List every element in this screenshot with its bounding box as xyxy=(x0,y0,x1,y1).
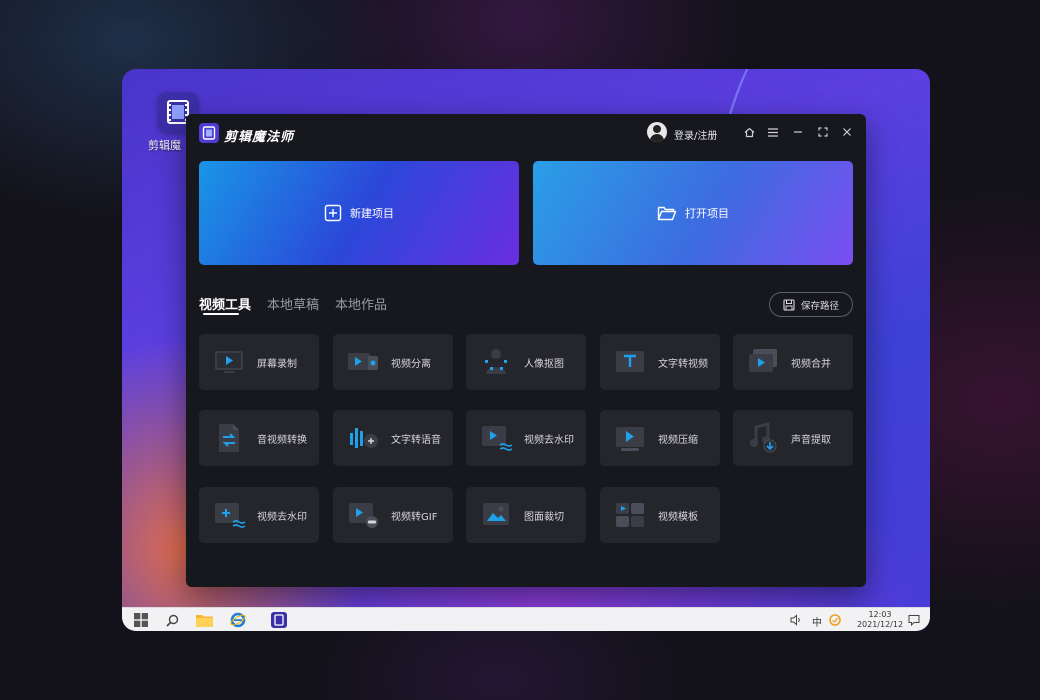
notification-icon[interactable] xyxy=(905,611,923,629)
new-project-button[interactable]: 新建项目 xyxy=(199,161,519,265)
video-template-icon xyxy=(616,503,644,527)
active-tab-indicator xyxy=(203,313,239,315)
tab-local-drafts[interactable]: 本地草稿 xyxy=(267,294,319,313)
tool-label: 视频转GIF xyxy=(391,512,438,523)
video-remove-watermark-icon xyxy=(215,503,246,528)
clock-date[interactable]: 2021/12/12 xyxy=(850,620,910,629)
text-to-video-icon xyxy=(616,351,644,372)
desktop-screen: 剪辑魔 剪辑魔法师 登录/注册 新建项目 打开项目 视频工具 本地草稿 本地作品… xyxy=(122,69,930,631)
tool-audio-extract[interactable]: 声音提取 xyxy=(733,410,853,466)
av-convert-icon xyxy=(219,424,239,452)
tool-image-crop[interactable]: 图面裁切 xyxy=(466,487,586,543)
video-compress-icon xyxy=(616,427,644,451)
tool-label: 视频去水印 xyxy=(524,435,574,446)
video-merge-icon xyxy=(749,349,777,372)
tool-label: 屏幕录制 xyxy=(257,359,297,370)
tool-label: 视频合并 xyxy=(791,359,831,370)
tool-label: 视频压缩 xyxy=(658,435,698,446)
open-project-label: 打开项目 xyxy=(685,207,729,220)
new-project-label: 新建项目 xyxy=(350,207,394,220)
menu-icon[interactable] xyxy=(766,125,780,139)
video-remove-watermark-icon xyxy=(482,426,513,451)
tool-video-template[interactable]: 视频模板 xyxy=(600,487,720,543)
file-explorer-icon[interactable] xyxy=(195,611,213,629)
search-icon[interactable] xyxy=(163,611,181,629)
tool-text-to-speech[interactable]: 文字转语音 xyxy=(333,410,453,466)
tool-screen-record[interactable]: 屏幕录制 xyxy=(199,334,319,390)
clock-time[interactable]: 12:03 xyxy=(862,610,898,619)
tray-app-icon[interactable] xyxy=(826,611,844,629)
save-icon xyxy=(783,298,795,311)
home-icon[interactable] xyxy=(742,125,756,139)
app-window: 剪辑魔法师 登录/注册 新建项目 打开项目 视频工具 本地草稿 本地作品 保存路… xyxy=(186,114,866,587)
ime-indicator[interactable]: 中 xyxy=(812,614,822,629)
tool-av-convert[interactable]: 音视频转换 xyxy=(199,410,319,466)
app-title: 剪辑魔法师 xyxy=(224,130,295,145)
portrait-cutout-icon xyxy=(485,349,507,374)
tool-label: 音视频转换 xyxy=(257,435,307,446)
app-taskbar-icon[interactable] xyxy=(270,611,288,629)
title-bar[interactable]: 剪辑魔法师 登录/注册 xyxy=(186,114,866,154)
video-to-gif-icon xyxy=(349,503,378,528)
tool-video-remove-watermark[interactable]: 视频去水印 xyxy=(466,410,586,466)
tool-video-split[interactable]: 视频分离 xyxy=(333,334,453,390)
tool-label: 人像抠图 xyxy=(524,359,564,370)
tool-video-to-gif[interactable]: 视频转GIF xyxy=(333,487,453,543)
tool-video-merge[interactable]: 视频合并 xyxy=(733,334,853,390)
screen-record-icon xyxy=(215,351,243,373)
folder-open-icon xyxy=(657,206,677,221)
login-register-link[interactable]: 登录/注册 xyxy=(674,127,717,142)
image-crop-icon xyxy=(483,503,509,525)
tool-label: 视频模板 xyxy=(658,512,698,523)
save-path-button[interactable]: 保存路径 xyxy=(769,292,853,317)
tool-label: 文字转语音 xyxy=(391,435,441,446)
open-project-button[interactable]: 打开项目 xyxy=(533,161,853,265)
tab-local-works[interactable]: 本地作品 xyxy=(335,294,387,313)
ie-browser-icon[interactable] xyxy=(229,611,247,629)
app-logo-icon xyxy=(199,123,219,143)
minimize-icon[interactable] xyxy=(791,125,805,139)
close-icon[interactable] xyxy=(840,125,854,139)
audio-extract-icon xyxy=(750,422,777,453)
tool-label: 视频去水印 xyxy=(257,512,307,523)
video-split-icon xyxy=(348,353,378,370)
text-to-speech-icon xyxy=(350,428,378,448)
tool-video-compress[interactable]: 视频压缩 xyxy=(600,410,720,466)
plus-square-icon xyxy=(324,204,342,222)
tool-video-remove-watermark-2[interactable]: 视频去水印 xyxy=(199,487,319,543)
volume-icon[interactable] xyxy=(787,611,805,629)
tool-label: 图面裁切 xyxy=(524,512,564,523)
tool-label: 声音提取 xyxy=(791,435,831,446)
maximize-icon[interactable] xyxy=(816,125,830,139)
tool-portrait-cutout[interactable]: 人像抠图 xyxy=(466,334,586,390)
taskbar: 中 12:03 2021/12/12 xyxy=(122,607,930,631)
tool-text-to-video[interactable]: 文字转视频 xyxy=(600,334,720,390)
tool-label: 文字转视频 xyxy=(658,359,708,370)
tool-label: 视频分离 xyxy=(391,359,431,370)
save-path-label: 保存路径 xyxy=(800,300,839,312)
windows-start-icon[interactable] xyxy=(132,611,150,629)
tab-video-tools[interactable]: 视频工具 xyxy=(199,294,251,313)
user-avatar[interactable] xyxy=(647,122,667,142)
